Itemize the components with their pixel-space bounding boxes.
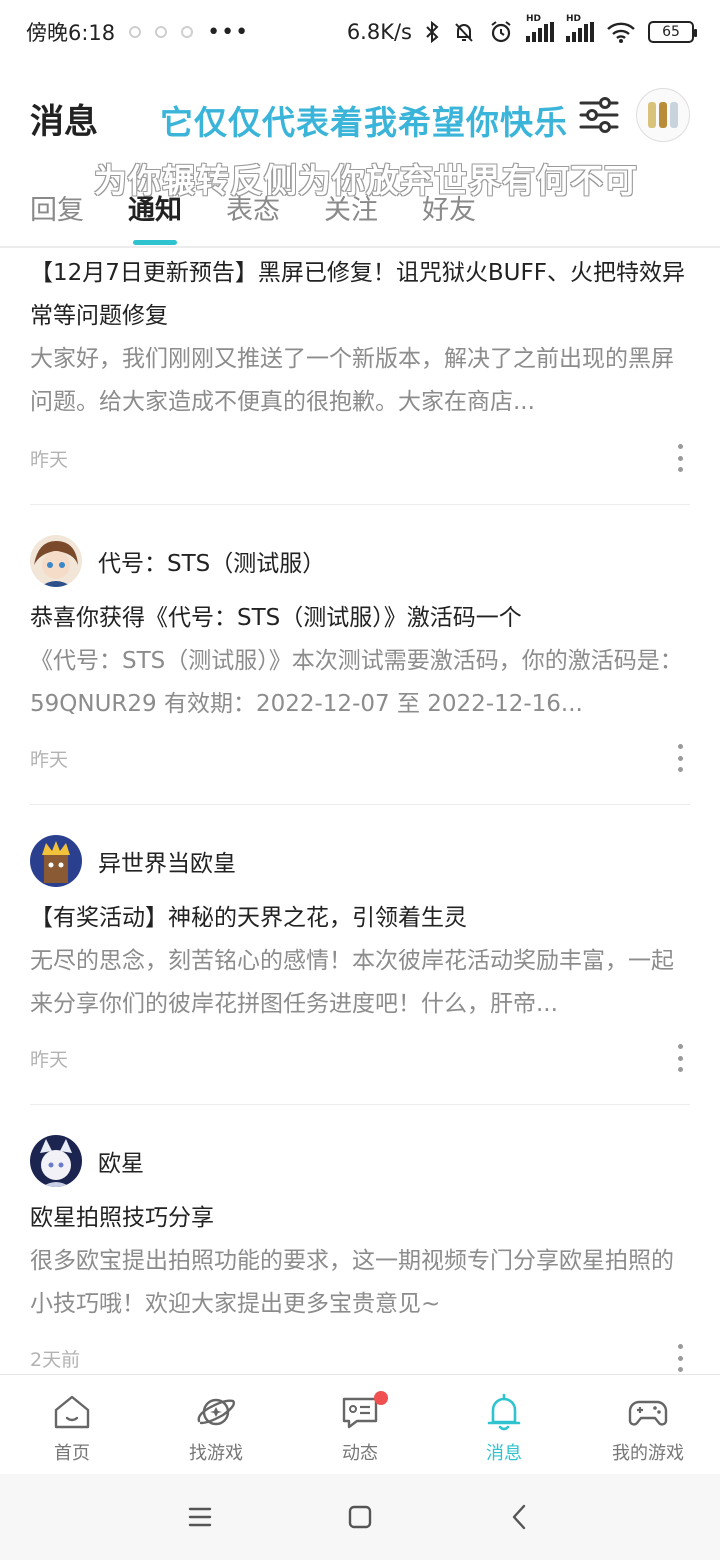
system-navigation (0, 1474, 720, 1560)
status-bar: 傍晚6:18 ••• 6.8K/s HD HD 65 (0, 0, 720, 64)
notification-time: 昨天 (30, 748, 69, 771)
author-name[interactable]: 异世界当欧皇 (98, 844, 236, 878)
back-icon[interactable] (500, 1497, 540, 1537)
gamepad-icon (628, 1400, 668, 1426)
notification-time: 昨天 (30, 1048, 69, 1071)
more-options-icon[interactable] (670, 444, 690, 472)
author-avatar[interactable] (30, 835, 82, 887)
signal-2-icon: HD (566, 14, 594, 42)
author-name[interactable]: 欧星 (98, 1144, 144, 1178)
tab-notifications[interactable]: 通知 (128, 188, 182, 244)
mute-bell-icon (455, 23, 473, 42)
notification-card[interactable]: 异世界当欧皇 【有奖活动】神秘的天界之花，引领着生灵 无尽的思念，刻苦铭心的感情… (30, 835, 690, 1105)
nav-label: 我的游戏 (612, 1443, 684, 1464)
status-left: 傍晚6:18 ••• (26, 17, 249, 47)
notification-author-row: 代号：STS（测试服） (30, 535, 690, 587)
signal-1-icon: HD (526, 14, 554, 42)
notification-author-row: 异世界当欧皇 (30, 835, 690, 887)
nav-label: 消息 (486, 1443, 522, 1464)
nav-messages[interactable]: 消息 (432, 1375, 576, 1474)
notification-card[interactable]: 代号：STS（测试服） 恭喜你获得《代号：STS（测试服）》激活码一个 《代号：… (30, 535, 690, 805)
header: 消息 它仅仅代表着我希望你快乐 为你辗转反侧为你放弃世界有何不可 回复 通知 表… (0, 64, 720, 248)
menu-icon[interactable] (180, 1497, 220, 1537)
bluetooth-icon (426, 20, 439, 44)
avatar-bottle-1 (648, 102, 656, 128)
notification-time: 2天前 (30, 1348, 81, 1371)
notification-footer: 2天前 (30, 1338, 690, 1374)
hd-tag: HD (526, 14, 542, 24)
user-avatar[interactable] (636, 88, 690, 142)
bottom-navigation: 首页 找游戏 动态 消息 我的游戏 (0, 1374, 720, 1474)
nav-my-games[interactable]: 我的游戏 (576, 1375, 720, 1474)
status-right: 6.8K/s HD HD 65 (346, 14, 697, 45)
nav-label: 找游戏 (189, 1443, 243, 1464)
bell-icon (487, 1393, 521, 1431)
notification-card[interactable]: 欧星 欧星拍照技巧分享 很多欧宝提出拍照功能的要求，这一期视频专门分享欧星拍照的… (30, 1135, 690, 1374)
tab-reactions[interactable]: 表态 (226, 188, 280, 244)
notification-author-row: 欧星 (30, 1135, 690, 1187)
author-name[interactable]: 代号：STS（测试服） (98, 544, 325, 578)
battery-icon: 65 (648, 21, 697, 43)
home-square-icon[interactable] (340, 1497, 380, 1537)
tab-reply[interactable]: 回复 (30, 188, 84, 244)
notification-title: 欧星拍照技巧分享 (30, 1205, 214, 1231)
message-tabs: 回复 通知 表态 关注 好友 (30, 188, 476, 244)
notification-card[interactable]: 【12月7日更新预告】黑屏已修复！诅咒狱火BUFF、火把特效异常等问题修复 大家… (30, 252, 690, 505)
unread-badge (374, 1391, 388, 1405)
avatar-bottle-2 (659, 102, 667, 128)
nav-home[interactable]: 首页 (0, 1375, 144, 1474)
notification-body: 无尽的思念，刻苦铭心的感情！本次彼岸花活动奖励丰富，一起来分享你们的彼岸花拼图任… (30, 948, 674, 1017)
tab-follows[interactable]: 关注 (324, 188, 378, 244)
more-options-icon[interactable] (670, 1044, 690, 1072)
notification-body: 大家好，我们刚刚又推送了一个新版本，解决了之前出现的黑屏问题。给大家造成不便真的… (30, 346, 674, 415)
more-options-icon[interactable] (670, 744, 690, 772)
notification-list[interactable]: 【12月7日更新预告】黑屏已修复！诅咒狱火BUFF、火把特效异常等问题修复 大家… (0, 248, 720, 1374)
notification-title: 恭喜你获得《代号：STS（测试服）》激活码一个 (30, 605, 522, 631)
avatar-bottle-3 (670, 102, 678, 128)
nav-label: 动态 (342, 1443, 378, 1464)
network-speed: 6.8K/s (346, 20, 412, 44)
more-options-icon[interactable] (670, 1344, 690, 1372)
notification-body: 《代号：STS（测试服）》本次测试需要激活码，你的激活码是：59QNUR29 有… (30, 648, 683, 717)
alarm-icon (491, 21, 511, 43)
notification-title: 【12月7日更新预告】黑屏已修复！诅咒狱火BUFF、火把特效异常等问题修复 (30, 260, 685, 329)
nav-label: 首页 (54, 1443, 90, 1464)
notification-dot-icon (155, 26, 168, 38)
author-avatar[interactable] (30, 535, 82, 587)
planet-icon (197, 1398, 236, 1426)
notification-body: 很多欧宝提出拍照功能的要求，这一期视频专门分享欧星拍照的小技巧哦！欢迎大家提出更… (30, 1248, 674, 1317)
nav-activity[interactable]: 动态 (288, 1375, 432, 1474)
author-avatar[interactable] (30, 1135, 82, 1187)
notification-dot-icon (129, 26, 142, 38)
hd-tag: HD (566, 14, 582, 24)
status-time: 傍晚6:18 (26, 21, 116, 45)
tab-friends[interactable]: 好友 (422, 188, 476, 244)
notification-dot-icon (181, 26, 194, 38)
notification-footer: 昨天 (30, 1038, 690, 1078)
page-title: 消息 (30, 102, 98, 142)
notification-title: 【有奖活动】神秘的天界之花，引领着生灵 (30, 905, 467, 931)
notification-time: 昨天 (30, 448, 69, 471)
home-icon (54, 1395, 90, 1429)
wifi-icon (607, 22, 635, 43)
notification-footer: 昨天 (30, 438, 690, 478)
notification-footer: 昨天 (30, 738, 690, 778)
status-more-icon: ••• (207, 19, 250, 45)
overlay-caption-1: 它仅仅代表着我希望你快乐 (160, 103, 568, 142)
filter-settings-button[interactable] (578, 94, 620, 136)
nav-find-games[interactable]: 找游戏 (144, 1375, 288, 1474)
